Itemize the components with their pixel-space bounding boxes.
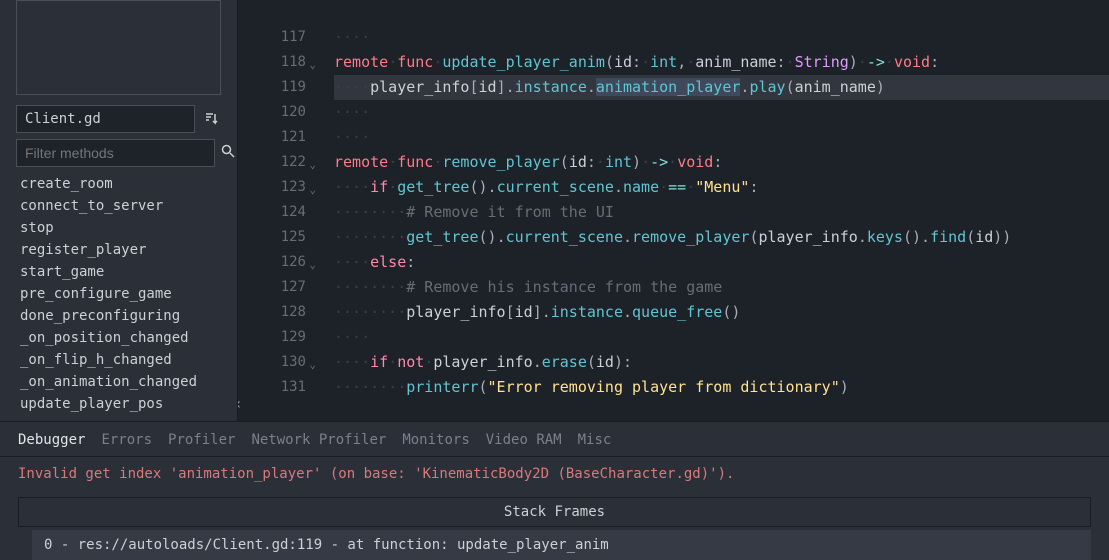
method-list[interactable]: create_roomconnect_to_serverstopregister…	[0, 173, 233, 421]
method-item[interactable]: _on_flip_h_changed	[16, 349, 233, 371]
line-number[interactable]: 128	[238, 300, 306, 325]
method-item[interactable]: stop	[16, 217, 233, 239]
code-editor[interactable]: 1171181191201211221231241251261271281291…	[238, 0, 1109, 421]
sort-icon[interactable]	[201, 109, 221, 129]
debugger-tab[interactable]: Profiler	[168, 432, 235, 448]
line-number[interactable]: 117	[238, 25, 306, 50]
method-item[interactable]: create_room	[16, 173, 233, 195]
debugger-tab[interactable]: Misc	[578, 432, 612, 448]
code-line[interactable]: ····else:	[334, 250, 1109, 275]
line-number[interactable]	[238, 0, 306, 25]
line-number[interactable]: 130	[238, 350, 306, 375]
method-item[interactable]: register_player	[16, 239, 233, 261]
debugger-tab[interactable]: Errors	[101, 432, 152, 448]
collapse-panel-icon[interactable]: ‹	[238, 393, 246, 413]
code-line[interactable]: remote·func·update_player_anim(id:·int,·…	[334, 50, 1109, 75]
line-number[interactable]: 124	[238, 200, 306, 225]
debugger-panel: Debugger Errors Profiler Network Profiler Mo…	[0, 421, 1109, 560]
code-line[interactable]: ····	[334, 25, 1109, 50]
debugger-tab-bar: Debugger Errors Profiler Network Profiler Mo…	[0, 422, 1109, 457]
debugger-tab[interactable]: Video RAM	[486, 432, 562, 448]
method-item[interactable]: connect_to_server	[16, 195, 233, 217]
stack-frames-header: Stack Frames	[18, 497, 1091, 527]
line-gutter: 1171181191201211221231241251261271281291…	[238, 0, 318, 421]
method-item[interactable]: start_game	[16, 261, 233, 283]
debugger-tab[interactable]: Debugger	[18, 432, 85, 448]
code-lines[interactable]: ····remote·func·update_player_anim(id:·i…	[318, 0, 1109, 421]
code-line[interactable]: ········get_tree().current_scene.remove_…	[334, 225, 1109, 250]
search-icon[interactable]	[221, 144, 235, 162]
script-name-field[interactable]: Client.gd	[16, 105, 195, 133]
code-line[interactable]: ····	[334, 325, 1109, 350]
line-number[interactable]: 125	[238, 225, 306, 250]
line-number[interactable]: 127	[238, 275, 306, 300]
code-line[interactable]	[334, 0, 1109, 25]
debugger-tab[interactable]: Network Profiler	[251, 432, 386, 448]
code-line[interactable]: ········# Remove his instance from the g…	[334, 275, 1109, 300]
stack-frame-row[interactable]: 0 - res://autoloads/Client.gd:119 - at f…	[32, 530, 1091, 560]
line-number[interactable]: 123	[238, 175, 306, 200]
code-line[interactable]: ····	[334, 100, 1109, 125]
line-number[interactable]: 120	[238, 100, 306, 125]
code-line[interactable]: ····if·get_tree().current_scene.name·==·…	[334, 175, 1109, 200]
line-number[interactable]: 122	[238, 150, 306, 175]
script-sidebar: Client.gd create_roomconnect_to_serverst…	[0, 0, 238, 421]
error-message: Invalid get index 'animation_player' (on…	[0, 457, 1109, 491]
code-line[interactable]: ····if·not·player_info.erase(id):	[334, 350, 1109, 375]
debugger-tab[interactable]: Monitors	[402, 432, 469, 448]
code-line[interactable]: ····	[334, 125, 1109, 150]
line-number[interactable]: 129	[238, 325, 306, 350]
script-preview	[16, 0, 221, 95]
filter-methods-input[interactable]	[16, 139, 215, 167]
line-number[interactable]: 118	[238, 50, 306, 75]
method-item[interactable]: pre_configure_game	[16, 283, 233, 305]
line-number[interactable]: 119	[238, 75, 306, 100]
line-number[interactable]: 131	[238, 375, 306, 400]
code-line[interactable]: ········player_info[id].instance.queue_f…	[334, 300, 1109, 325]
code-line[interactable]: ········printerr("Error removing player …	[334, 375, 1109, 400]
code-line[interactable]: ········# Remove it from the UI	[334, 200, 1109, 225]
line-number[interactable]: 126	[238, 250, 306, 275]
method-item[interactable]: done_preconfiguring	[16, 305, 233, 327]
code-line[interactable]: ····player_info[id].instance.animation_p…	[334, 75, 1109, 100]
method-item[interactable]: _on_position_changed	[16, 327, 233, 349]
code-line[interactable]: remote·func·remove_player(id:·int)·->·vo…	[334, 150, 1109, 175]
method-item[interactable]: _on_animation_changed	[16, 371, 233, 393]
line-number[interactable]: 121	[238, 125, 306, 150]
method-item[interactable]: update_player_pos	[16, 393, 233, 415]
